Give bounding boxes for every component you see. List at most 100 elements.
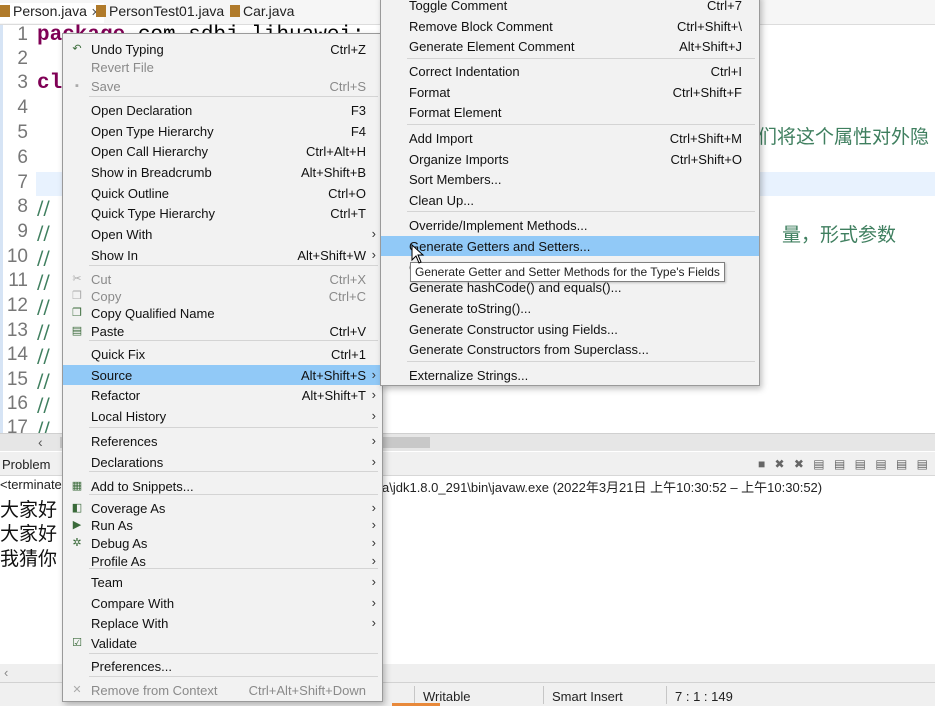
menu-item-shortcut: Ctrl+Alt+Shift+Down: [248, 683, 366, 698]
menu-item-quick-fix[interactable]: Quick Fix Ctrl+1: [63, 344, 382, 364]
menu-item-shortcut: Alt+Shift+S: [300, 368, 366, 383]
menu-item-show-in[interactable]: Show In Alt+Shift+W ›: [63, 245, 382, 265]
menu-item-run-as[interactable]: ▶ Run As ›: [63, 515, 382, 535]
menu-item-label: Remove from Context: [91, 683, 218, 698]
snippet-icon: ▦: [71, 480, 83, 492]
menu-item-correct-indentation[interactable]: Correct Indentation Ctrl+I: [381, 61, 759, 81]
menu-item-shortcut: Ctrl+T: [330, 206, 366, 221]
menu-item-open-call-hierarchy[interactable]: Open Call Hierarchy Ctrl+Alt+H: [63, 141, 382, 161]
menu-item-declarations[interactable]: Declarations ›: [63, 452, 382, 472]
menu-item-source[interactable]: Source Alt+Shift+S ›: [63, 365, 382, 385]
menu-item-add-to-snippets[interactable]: ▦ Add to Snippets...: [63, 476, 382, 496]
menu-item-label: Toggle Comment: [409, 0, 508, 13]
menu-item-team[interactable]: Team ›: [63, 572, 382, 592]
java-file-icon: [230, 5, 240, 17]
menu-item-format[interactable]: Format Ctrl+Shift+F: [381, 82, 759, 102]
menu-item-compare-with[interactable]: Compare With ›: [63, 593, 382, 613]
menu-item-toggle-comment[interactable]: Toggle Comment Ctrl+7: [381, 0, 759, 15]
menu-item-shortcut: Ctrl+1: [330, 347, 366, 362]
menu-item-generate-constructor-using-fields[interactable]: Generate Constructor using Fields...: [381, 319, 759, 339]
status-separator: [666, 686, 667, 704]
copy-icon: ❐: [72, 290, 82, 302]
line-number: 15: [6, 369, 28, 390]
comment-line[interactable]: //: [37, 345, 50, 367]
comment-line[interactable]: //: [37, 296, 50, 318]
editor-context-menu: ↶ Undo Typing Ctrl+Z Revert File ▪ Save Ctrl+S…: [62, 33, 383, 702]
menu-item-generate-getters-and-setters[interactable]: Generate Getters and Setters...: [381, 236, 759, 256]
comment-line[interactable]: //: [37, 222, 50, 244]
line-number: 6: [17, 147, 28, 168]
menu-item-format-element[interactable]: Format Element: [381, 102, 759, 122]
menu-item-organize-imports[interactable]: Organize Imports Ctrl+Shift+O: [381, 149, 759, 169]
console-toolbar-icons[interactable]: ■ ✖ ✖ ▤ ▤ ▤ ▤ ▤ ▤: [758, 457, 931, 471]
menu-item-externalize-strings[interactable]: Externalize Strings...: [381, 365, 759, 385]
menu-item-copy-qualified-name[interactable]: ❐ Copy Qualified Name: [63, 303, 382, 323]
menu-separator: [89, 676, 378, 677]
java-file-icon: [96, 5, 106, 17]
menu-item-generate-constructors-from-superclass[interactable]: Generate Constructors from Superclass...: [381, 339, 759, 359]
menu-item-label: Debug As: [91, 536, 148, 551]
comment-line[interactable]: //: [37, 197, 50, 219]
menu-item-refactor[interactable]: Refactor Alt+Shift+T ›: [63, 385, 382, 405]
line-number: 12: [6, 295, 28, 316]
menu-item-references[interactable]: References ›: [63, 431, 382, 451]
menu-item-open-type-hierarchy[interactable]: Open Type Hierarchy F4: [63, 121, 382, 141]
menu-item-label: Paste: [91, 324, 125, 339]
menu-separator: [407, 211, 755, 212]
menu-item-remove-block-comment[interactable]: Remove Block Comment Ctrl+Shift+\: [381, 16, 759, 36]
menu-separator: [89, 653, 378, 654]
menu-item-label: References: [91, 434, 158, 449]
menu-item-preferences[interactable]: Preferences...: [63, 656, 382, 676]
menu-separator: [407, 58, 755, 59]
menu-item-label: Generate Getters and Setters...: [409, 239, 591, 254]
menu-item-label: Quick Type Hierarchy: [91, 206, 216, 221]
scroll-left-icon[interactable]: ‹: [38, 434, 43, 450]
menu-item-add-import[interactable]: Add Import Ctrl+Shift+M: [381, 128, 759, 148]
menu-item-debug-as[interactable]: ✲ Debug As ›: [63, 533, 382, 553]
line-number: 1: [17, 24, 28, 45]
comment-line[interactable]: //: [37, 247, 50, 269]
menu-item-sort-members[interactable]: Sort Members...: [381, 169, 759, 189]
scroll-left-icon[interactable]: ‹: [4, 665, 8, 680]
tab-car-java[interactable]: Car.java: [230, 3, 294, 23]
menu-separator: [89, 471, 378, 472]
menu-item-label: Declarations: [91, 455, 164, 470]
line-number: 8: [17, 196, 28, 217]
menu-item-label: Open With: [91, 227, 153, 242]
menu-item-undo-typing[interactable]: ↶ Undo Typing Ctrl+Z: [63, 39, 382, 59]
tooltip: Generate Getter and Setter Methods for t…: [410, 262, 725, 282]
tab-problems[interactable]: Problem: [2, 457, 50, 472]
menu-item-override-implement-methods[interactable]: Override/Implement Methods...: [381, 215, 759, 235]
menu-item-local-history[interactable]: Local History ›: [63, 406, 382, 426]
menu-item-open-with[interactable]: Open With ›: [63, 224, 382, 244]
tab-person-java[interactable]: Person.java✕: [0, 3, 105, 23]
comment-line[interactable]: //: [37, 370, 50, 392]
menu-separator: [89, 494, 378, 495]
tab-persontest01-java[interactable]: PersonTest01.java: [96, 3, 224, 23]
submenu-arrow-icon: ›: [371, 517, 376, 532]
menu-item-clean-up[interactable]: Clean Up...: [381, 190, 759, 210]
menu-item-open-declaration[interactable]: Open Declaration F3: [63, 100, 382, 120]
menu-item-generate-element-comment[interactable]: Generate Element Comment Alt+Shift+J: [381, 36, 759, 56]
menu-item-paste[interactable]: ▤ Paste Ctrl+V: [63, 321, 382, 341]
console-output-line: 大家好: [0, 523, 58, 545]
menu-item-shortcut: Alt+Shift+W: [297, 248, 366, 263]
comment-line[interactable]: //: [37, 321, 50, 343]
menu-item-label: Coverage As: [91, 501, 166, 516]
menu-item-quick-outline[interactable]: Quick Outline Ctrl+O: [63, 183, 382, 203]
menu-item-quick-type-hierarchy[interactable]: Quick Type Hierarchy Ctrl+T: [63, 203, 382, 223]
menu-item-show-in-breadcrumb[interactable]: Show in Breadcrumb Alt+Shift+B: [63, 162, 382, 182]
menu-item-generate-tostring[interactable]: Generate toString()...: [381, 298, 759, 318]
menu-item-validate[interactable]: ☑ Validate: [63, 633, 382, 653]
menu-item-shortcut: Alt+Shift+T: [301, 388, 366, 403]
cut-icon: ✂: [72, 273, 82, 285]
menu-item-shortcut: Ctrl+Shift+M: [669, 131, 742, 146]
comment-fragment: 量，形式参数: [782, 224, 897, 246]
code-line-3[interactable]: cl: [37, 72, 62, 95]
menu-item-replace-with[interactable]: Replace With ›: [63, 613, 382, 633]
line-number: 11: [8, 270, 28, 291]
menu-item-label: Externalize Strings...: [409, 368, 529, 383]
comment-line[interactable]: //: [37, 271, 50, 293]
menu-item-label: Preferences...: [91, 659, 172, 674]
comment-line[interactable]: //: [37, 394, 50, 416]
